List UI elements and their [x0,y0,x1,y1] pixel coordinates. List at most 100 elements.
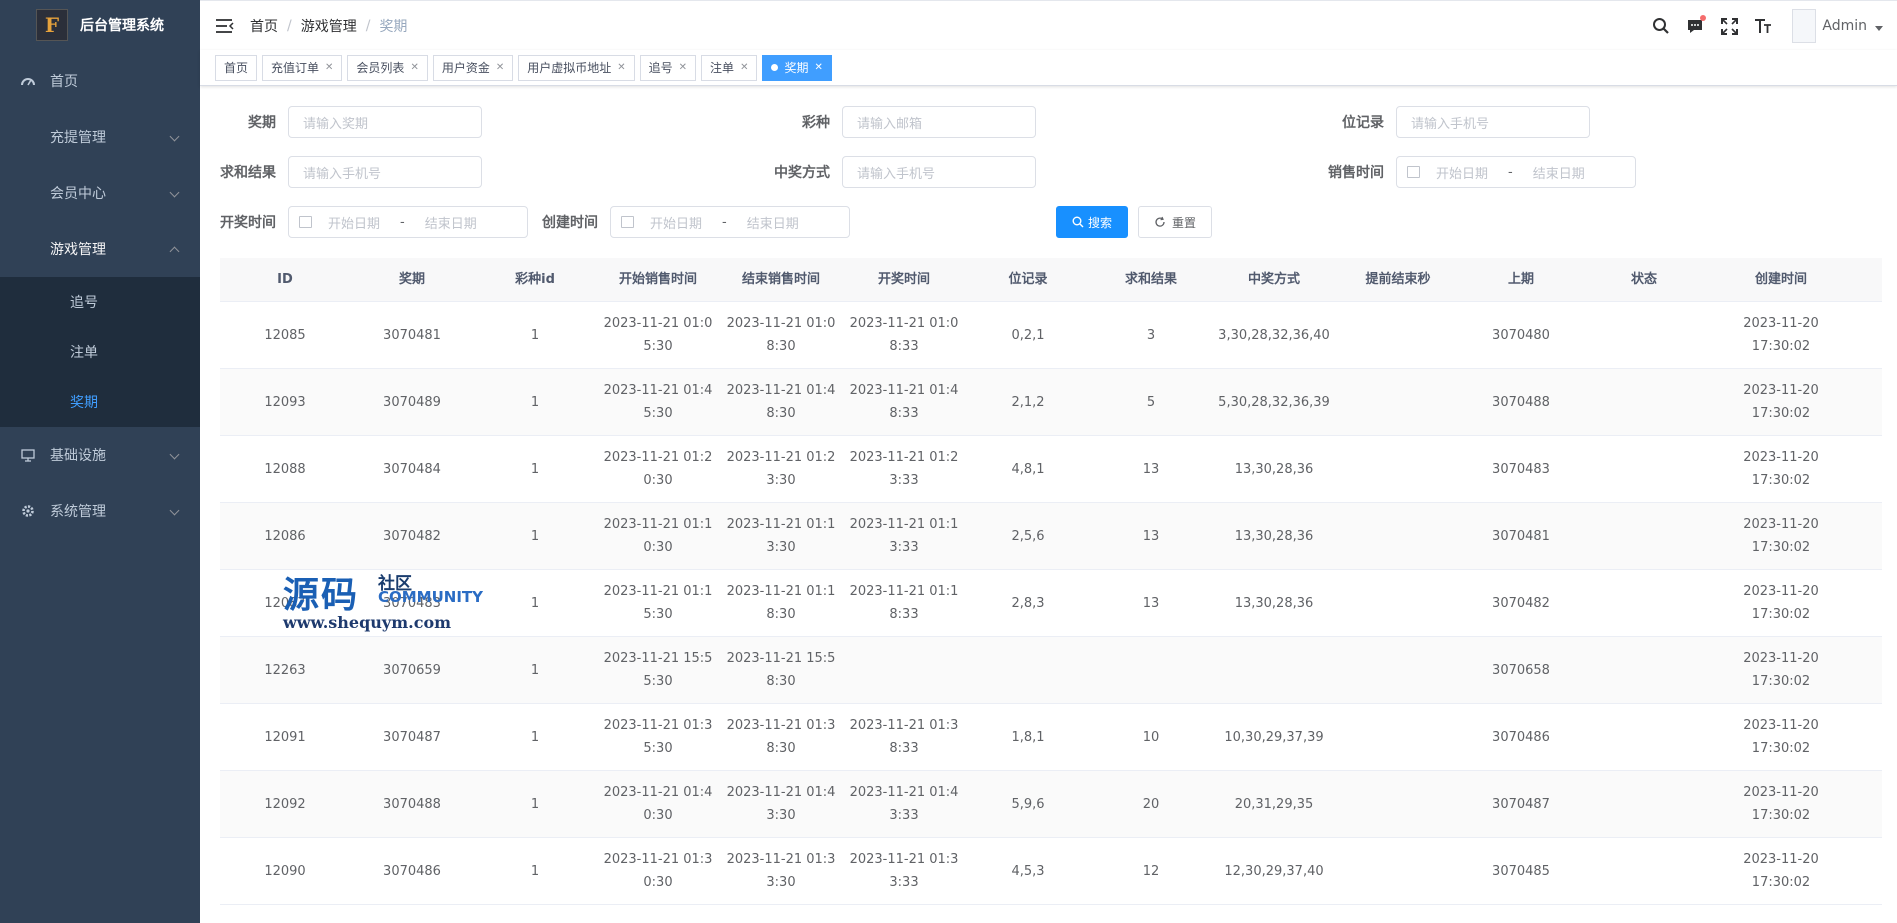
table-cell: 3070488 [1492,394,1550,410]
table-row[interactable]: 12263 3070659 1 2023-11-21 15:5 5:30 2023-11… [220,637,1882,704]
calendar-icon [621,216,634,228]
column-header: 结束销售时间 [741,272,820,287]
table-cell: 3070482 [1492,595,1550,611]
breadcrumb-current: 奖期 [379,18,408,35]
close-icon[interactable]: ✕ [740,62,748,73]
table-cell: 2023-11-21 01:2 3:30 [726,450,836,488]
table-cell: 2023-11-20 17:30:02 [1743,517,1819,555]
form-item-create-time: 创建时间 开始日期 - 结束日期 [528,206,850,238]
tag-home[interactable]: 首页 [215,54,258,81]
sidebar-item-periods[interactable]: 奖期 [0,377,200,427]
dashboard-icon [20,73,36,89]
table-cell: 12086 [264,528,306,544]
sidebar-item-bets[interactable]: 注单 [0,327,200,377]
tag-bets[interactable]: 注单 ✕ [701,54,758,81]
sidebar-item-home[interactable]: 首页 [0,53,200,109]
sidebar: F 后台管理系统 首页 充提管理 会员中心 游戏管理 追号 注单 奖期 基础设施… [0,0,200,923]
tag-chase[interactable]: 追号 ✕ [639,54,697,81]
table-cell: 3070486 [1492,729,1550,745]
table-row[interactable]: 12093 3070489 1 2023-11-21 01:4 5:30 2023-11… [220,369,1882,436]
tag-crypto-address[interactable]: 用户虚拟币地址 ✕ [518,54,635,81]
close-icon[interactable]: ✕ [496,62,504,73]
fullscreen-icon[interactable] [1718,15,1740,37]
table-cell: 2023-11-21 01:4 5:30 [603,383,713,421]
search-button[interactable]: 搜索 [1056,206,1129,238]
close-icon[interactable]: ✕ [325,62,333,73]
close-icon[interactable]: ✕ [410,62,418,73]
table-row[interactable]: 12092 3070488 1 2023-11-21 01:4 0:30 2023-11… [220,771,1882,838]
message-icon[interactable] [1684,15,1707,37]
sidebar-item-members[interactable]: 会员中心 [0,165,200,221]
table-cell: 2023-11-21 01:3 8:33 [849,718,959,756]
table-row[interactable]: 12090 3070486 1 2023-11-21 01:3 0:30 2023-11… [220,838,1882,905]
table-cell: 20,31,29,35 [1234,796,1314,812]
sidebar-item-infrastructure[interactable]: 基础设施 [0,427,200,483]
navbar: 首页 / 游戏管理 / 奖期 Admin [200,0,1897,50]
column-header: 奖期 [398,272,425,287]
font-size-icon[interactable] [1752,15,1774,37]
sidebar-item-games[interactable]: 游戏管理 [0,221,200,277]
sidebar-item-label: 首页 [50,74,78,90]
sale-time-range[interactable]: 开始日期 - 结束日期 [1396,156,1636,188]
table-cell: 2023-11-21 01:1 8:30 [726,584,836,622]
sidebar-item-recharge[interactable]: 充提管理 [0,109,200,165]
table-cell: 3070481 [1492,528,1550,544]
tag-label: 会员列表 [356,61,405,75]
tag-recharge-orders[interactable]: 充值订单 ✕ [262,54,343,81]
reset-button[interactable]: 重置 [1138,206,1213,238]
range-start[interactable]: 开始日期 [650,213,702,232]
table-cell: 2023-11-21 01:4 8:30 [726,383,836,421]
range-end[interactable]: 结束日期 [1533,163,1585,182]
sum-input[interactable]: 请输入手机号 [288,156,482,188]
period-input[interactable]: 请输入奖期 [288,106,482,138]
logo[interactable]: F 后台管理系统 [0,0,200,50]
form-actions: 搜索 重置 [1056,206,1213,238]
table-cell: 2023-11-20 17:30:02 [1743,718,1819,756]
tag-member-list[interactable]: 会员列表 ✕ [347,54,428,81]
breadcrumb-games[interactable]: 游戏管理 [301,16,357,36]
win-input[interactable]: 请输入手机号 [842,156,1036,188]
breadcrumb-home[interactable]: 首页 [250,16,278,36]
breadcrumb-separator: / [365,17,371,34]
table-cell: 13,30,28,36 [1234,528,1314,544]
range-end[interactable]: 结束日期 [747,213,799,232]
table-cell: 2023-11-21 01:1 3:33 [849,517,959,555]
table-cell: 2023-11-21 01:4 0:30 [603,785,713,823]
range-start[interactable]: 开始日期 [328,213,380,232]
form-label: 开奖时间 [220,215,276,231]
table-cell: 1 [530,461,540,477]
caret-down-icon[interactable] [1875,25,1883,31]
table-row[interactable]: 12091 3070487 1 2023-11-21 01:3 5:30 2023-11… [220,704,1882,771]
table-cell: 2023-11-20 17:30:02 [1743,316,1819,354]
close-icon[interactable]: ✕ [617,62,625,73]
user-name[interactable]: Admin [1822,18,1867,34]
column-header: 开奖时间 [877,272,930,287]
table-cell: 2023-11-21 01:0 8:30 [726,316,836,354]
table-row[interactable]: 12085 3070481 1 2023-11-21 01:0 5:30 2023-11… [220,302,1882,369]
tag-periods[interactable]: 奖期 ✕ [762,54,832,81]
record-input[interactable]: 请输入手机号 [1396,106,1590,138]
column-header: 中奖方式 [1247,272,1300,287]
tag-label: 用户虚拟币地址 [527,61,612,75]
table-row[interactable]: 12086 3070482 1 2023-11-21 01:1 0:30 2023-11… [220,503,1882,570]
table-cell: 2023-11-21 01:3 0:30 [603,852,713,890]
close-icon[interactable]: ✕ [679,62,687,73]
table-cell: 4,8,1 [1011,461,1045,477]
create-time-range[interactable]: 开始日期 - 结束日期 [610,206,850,238]
search-icon[interactable] [1650,15,1672,37]
range-end[interactable]: 结束日期 [425,213,477,232]
monitor-icon [20,447,36,463]
lottery-input[interactable]: 请输入邮箱 [842,106,1036,138]
draw-time-range[interactable]: 开始日期 - 结束日期 [288,206,528,238]
table-row[interactable]: 12088 3070484 1 2023-11-21 01:2 0:30 2023-11… [220,436,1882,503]
table-cell: 12088 [264,461,306,477]
tag-user-funds[interactable]: 用户资金 ✕ [432,54,514,81]
table-cell: 4,5,3 [1011,863,1045,879]
table-cell: 13,30,28,36 [1234,461,1314,477]
avatar[interactable] [1792,9,1817,43]
sidebar-item-system[interactable]: 系统管理 [0,483,200,539]
sidebar-item-chase[interactable]: 追号 [0,277,200,327]
range-start[interactable]: 开始日期 [1436,163,1488,182]
hamburger-icon[interactable] [216,17,234,35]
close-icon[interactable]: ✕ [814,62,822,73]
